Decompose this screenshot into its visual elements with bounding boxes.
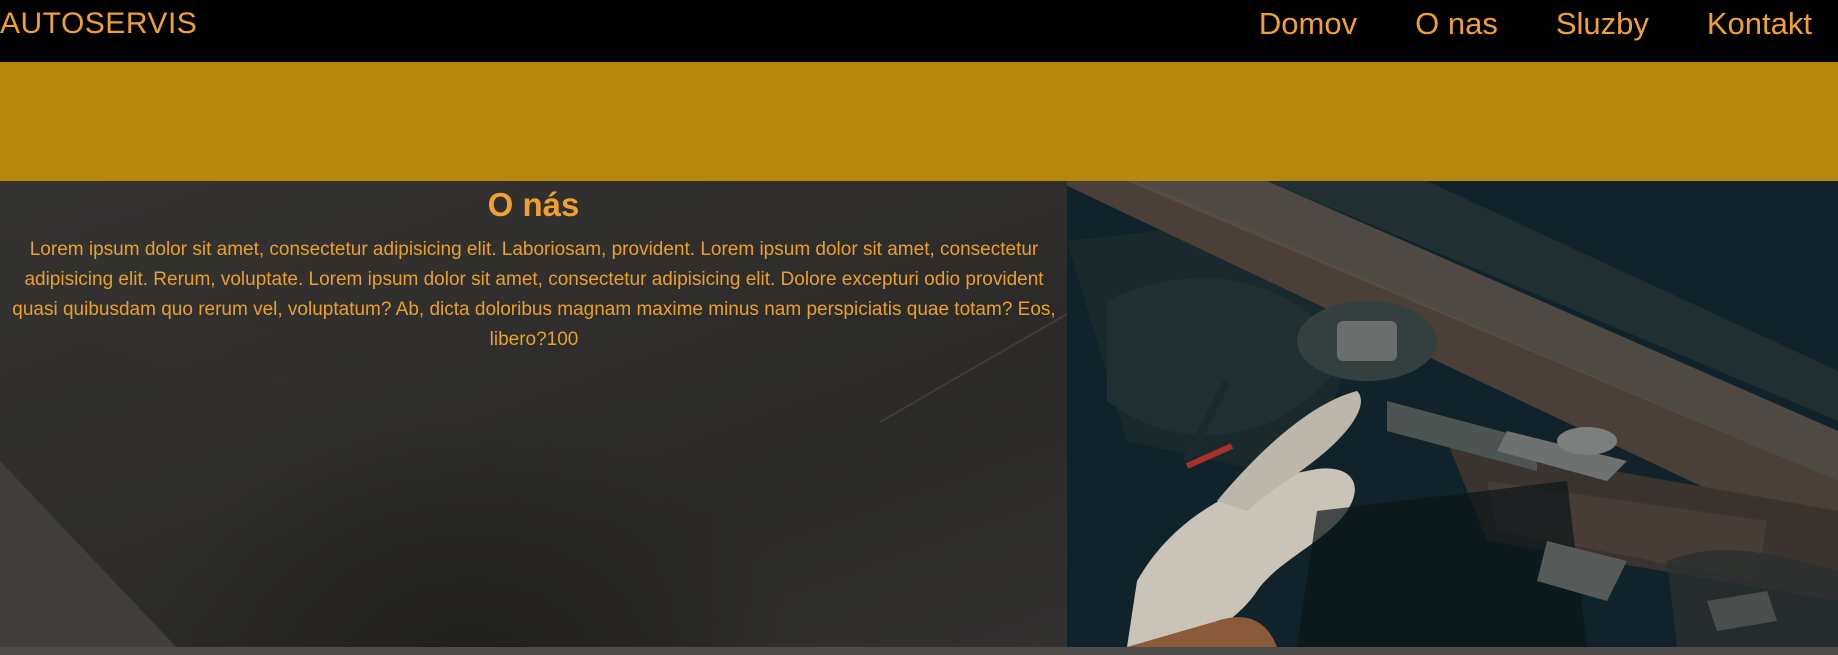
- nav-link-o-nas[interactable]: O nas: [1415, 6, 1498, 42]
- nav-link-domov[interactable]: Domov: [1259, 6, 1357, 42]
- bottom-strip: [0, 647, 1838, 655]
- site-logo[interactable]: AUTOSERVIS: [0, 6, 197, 42]
- about-text: Lorem ipsum dolor sit amet, consectetur …: [12, 239, 1056, 350]
- about-section: O nás Lorem ipsum dolor sit amet, consec…: [0, 181, 1067, 647]
- about-title: O nás: [487, 186, 580, 223]
- hero-banner: [0, 62, 1838, 181]
- nav-link-sluzby[interactable]: Sluzby: [1556, 6, 1649, 42]
- nav-links: Domov O nas Sluzby Kontakt: [1259, 6, 1812, 42]
- background-corner-shape: [0, 461, 180, 647]
- navbar: AUTOSERVIS Domov O nas Sluzby Kontakt: [0, 0, 1838, 62]
- car-repair-photo: [1067, 181, 1838, 647]
- car-underside-illustration: [1067, 181, 1838, 647]
- nav-link-kontakt[interactable]: Kontakt: [1707, 6, 1812, 42]
